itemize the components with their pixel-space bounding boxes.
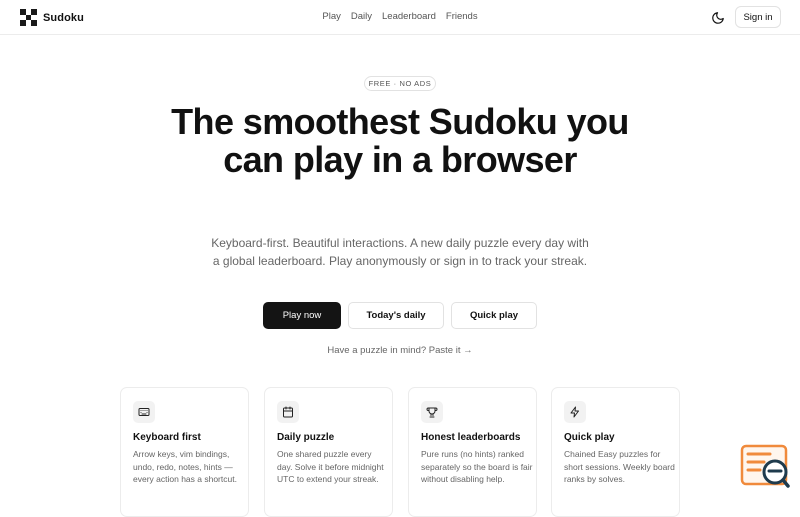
top-header: Sudoku Play Daily Leaderboard Friends Si… xyxy=(0,0,800,35)
feature-card-keyboard: Keyboard first Arrow keys, vim bindings,… xyxy=(120,387,249,517)
main-nav: Play Daily Leaderboard Friends xyxy=(0,11,800,22)
nav-friends[interactable]: Friends xyxy=(446,11,478,22)
quick-play-button[interactable]: Quick play xyxy=(451,302,537,329)
feature-card-daily: Daily puzzle One shared puzzle every day… xyxy=(264,387,393,517)
free-badge: FREE · NO ADS xyxy=(364,76,436,91)
helper-widget-icon[interactable] xyxy=(740,444,792,492)
feature-title: Daily puzzle xyxy=(277,432,335,443)
nav-leaderboard[interactable]: Leaderboard xyxy=(382,11,436,22)
sign-in-button[interactable]: Sign in xyxy=(735,6,781,28)
feature-title: Honest leaderboards xyxy=(421,432,521,443)
play-now-button[interactable]: Play now xyxy=(263,302,341,329)
calendar-icon xyxy=(277,401,299,423)
feature-description: Chained Easy puzzles for short sessions.… xyxy=(564,449,675,484)
feature-card-quick-play: Quick play Chained Easy puzzles for shor… xyxy=(551,387,680,517)
feature-title: Quick play xyxy=(564,432,615,443)
todays-daily-button[interactable]: Today's daily xyxy=(348,302,444,329)
feature-description: Arrow keys, vim bindings, undo, redo, no… xyxy=(133,449,237,484)
hero-title: The smoothest Sudoku you can play in a b… xyxy=(171,101,629,180)
moon-icon[interactable] xyxy=(711,11,725,25)
feature-description: Pure runs (no hints) ranked separately s… xyxy=(421,449,533,484)
paste-puzzle-link[interactable]: Have a puzzle in mind? Paste it → xyxy=(0,345,800,356)
keyboard-icon xyxy=(133,401,155,423)
nav-daily[interactable]: Daily xyxy=(351,11,372,22)
trophy-icon xyxy=(421,401,443,423)
feature-description: One shared puzzle every day. Solve it be… xyxy=(277,449,384,484)
lightning-icon xyxy=(564,401,586,423)
hero-subtitle: Keyboard-first. Beautiful interactions. … xyxy=(211,236,589,268)
feature-card-leaderboards: Honest leaderboards Pure runs (no hints)… xyxy=(408,387,537,517)
nav-play[interactable]: Play xyxy=(322,11,340,22)
feature-title: Keyboard first xyxy=(133,432,201,443)
